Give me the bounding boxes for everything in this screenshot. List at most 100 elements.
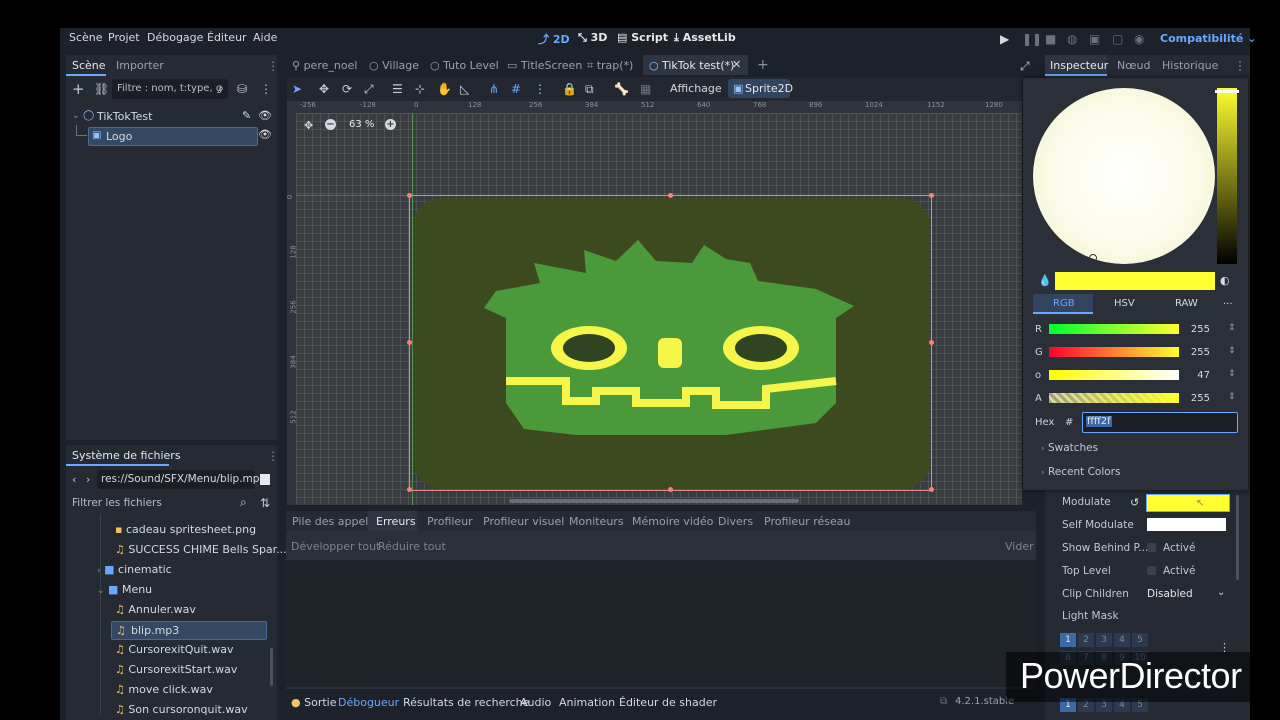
scrollbar[interactable] — [270, 648, 273, 686]
path-field[interactable]: res://Sound/SFX/Menu/blip.mp3 — [97, 470, 266, 489]
resize-handle[interactable] — [668, 193, 673, 198]
green-slider[interactable] — [1049, 347, 1179, 357]
red-slider[interactable] — [1049, 324, 1179, 334]
file-filter-input[interactable]: Filtrer les fichiers ⌕ — [66, 493, 256, 513]
menu-project[interactable]: Projet — [108, 31, 140, 44]
file-item[interactable]: ♫ CursorexitQuit.wav — [115, 643, 234, 656]
revert-icon[interactable]: ↺ — [1130, 496, 1139, 509]
stop-icon[interactable]: ■ — [1045, 33, 1056, 45]
tab-node[interactable]: Nœud — [1117, 59, 1150, 72]
renderer-select[interactable]: Compatibilité ⌄ — [1160, 32, 1256, 45]
scene-filter-input[interactable]: Filtre : nom, t:type, g ⌕ — [112, 79, 228, 99]
tree-node-root[interactable]: ⌄ ◯ TikTokTest ✎ 👁 — [72, 109, 272, 125]
forward-icon[interactable]: › — [86, 474, 90, 486]
tab-video-memory[interactable]: Mémoire vidéo — [632, 515, 713, 528]
canvas-viewport[interactable]: ✥ − 63 % + — [296, 113, 1022, 505]
mode-3d-button[interactable]: ⤡ 3D — [578, 31, 607, 45]
folder-item[interactable]: ⌄ ■ Menu — [97, 583, 152, 596]
blue-slider[interactable] — [1049, 370, 1179, 380]
attach-script-icon[interactable]: ⛁ — [237, 83, 247, 95]
resize-handle[interactable] — [929, 193, 934, 198]
sample-icon[interactable]: ◐ — [1220, 274, 1230, 287]
mode-hsv[interactable]: HSV — [1114, 298, 1135, 309]
tab-history[interactable]: Historique — [1162, 59, 1218, 72]
collapse-all-button[interactable]: Réduire tout — [378, 540, 446, 553]
scene-menu-icon[interactable]: ⋮ — [260, 83, 272, 95]
transform-icon[interactable]: ▦ — [640, 83, 651, 95]
script-icon[interactable]: ✎ — [242, 109, 251, 122]
filesystem-title[interactable]: Système de fichiers — [72, 449, 181, 462]
scale-tool-icon[interactable]: ⤢ — [364, 83, 374, 95]
zoom-level[interactable]: 63 % — [349, 119, 374, 130]
tab-scene[interactable]: Scène — [72, 59, 106, 72]
play-scene-icon[interactable]: ▣ — [1089, 33, 1100, 45]
movie-icon[interactable]: ◉ — [1134, 33, 1144, 45]
visibility-eye-icon[interactable]: 👁 — [258, 128, 272, 141]
menu-debug[interactable]: Débogage — [147, 31, 203, 44]
zoom-in-icon[interactable]: + — [385, 119, 396, 130]
animation-tab[interactable]: Animation — [559, 696, 615, 709]
copy-icon[interactable]: ⧉ — [940, 696, 947, 707]
list-tool-icon[interactable]: ☰ — [392, 83, 403, 95]
sprite2d-menu[interactable]: ▣ Sprite2D — [728, 79, 793, 98]
tab-visual-profiler[interactable]: Profileur visuel — [483, 515, 564, 528]
rotate-tool-icon[interactable]: ⟳ — [342, 83, 352, 95]
dock-menu-icon[interactable]: ⋮ — [267, 60, 279, 72]
tab-errors[interactable]: Erreurs — [368, 511, 417, 531]
tab-misc[interactable]: Divers — [718, 515, 753, 528]
clear-button[interactable]: Vider — [1005, 540, 1034, 553]
output-tab[interactable]: ● Sortie — [291, 696, 336, 709]
file-item[interactable]: ▪ cadeau spritesheet.png — [115, 523, 256, 536]
tab-monitors[interactable]: Moniteurs — [569, 515, 624, 528]
split-mode-icon[interactable] — [260, 474, 270, 485]
ruler-tool-icon[interactable]: ◺ — [460, 83, 469, 95]
tab-trap[interactable]: ⌗ trap(*) — [587, 59, 633, 73]
add-node-icon[interactable]: + — [72, 82, 85, 97]
search-results-tab[interactable]: Résultats de recherche — [403, 696, 529, 709]
grid-snap-icon[interactable]: # — [511, 83, 521, 95]
color-cursor[interactable] — [1089, 254, 1097, 262]
tab-import[interactable]: Importer — [116, 59, 164, 72]
move-tool-icon[interactable]: ✥ — [319, 83, 329, 95]
expand-all-button[interactable]: Développer tout — [291, 540, 380, 553]
file-item[interactable]: ♫ CursorexitStart.wav — [115, 663, 237, 676]
group-icon[interactable]: ⧉ — [585, 83, 594, 95]
tab-village[interactable]: ○ Village — [369, 59, 419, 72]
view-menu[interactable]: Affichage — [670, 82, 722, 95]
spinner-icon[interactable]: ⇕ — [1228, 323, 1236, 333]
file-item[interactable]: ♫ SUCCESS CHIME Bells Spar... — [115, 543, 287, 556]
resize-handle[interactable] — [407, 340, 412, 345]
hex-input[interactable]: ffff2f — [1082, 412, 1238, 433]
clip-children-select[interactable]: Disabled ⌄ — [1145, 585, 1229, 603]
spinner-icon[interactable]: ⇕ — [1228, 369, 1236, 379]
resize-handle[interactable] — [929, 487, 934, 492]
more-options-button[interactable]: ... — [1223, 296, 1233, 307]
shader-editor-tab[interactable]: Éditeur de shader — [619, 696, 717, 709]
add-tab-icon[interactable]: + — [757, 58, 769, 72]
mode-raw[interactable]: RAW — [1175, 298, 1198, 309]
snap-options-icon[interactable]: ⋮ — [534, 83, 546, 95]
debugger-tab[interactable]: Débogueur — [338, 696, 399, 709]
file-item[interactable]: ♫ Annuler.wav — [115, 603, 196, 616]
link-icon[interactable]: ⛓ — [94, 83, 109, 95]
visibility-eye-icon[interactable]: 👁 — [258, 109, 272, 122]
tab-inspector[interactable]: Inspecteur — [1045, 55, 1108, 75]
distraction-free-icon[interactable]: ⤢ — [1020, 60, 1030, 72]
resize-handle[interactable] — [407, 487, 412, 492]
menu-editor[interactable]: Éditeur — [207, 31, 247, 44]
tab-profiler[interactable]: Profileur — [427, 515, 473, 528]
select-tool-icon[interactable]: ➤ — [292, 83, 302, 95]
resize-handle[interactable] — [929, 340, 934, 345]
lock-icon[interactable]: 🔒 — [562, 83, 577, 95]
tab-titlescreen[interactable]: ▭ TitleScreen — [507, 59, 582, 72]
tab-tuto-level[interactable]: ○ Tuto Level — [430, 59, 499, 72]
eyedropper-icon[interactable]: 💧 — [1038, 274, 1052, 287]
play-custom-icon[interactable]: ▢ — [1112, 33, 1123, 45]
file-item-selected[interactable]: ♫ blip.mp3 — [111, 621, 267, 640]
pivot-tool-icon[interactable]: ⊹ — [415, 83, 425, 95]
folder-item[interactable]: › ■ cinematic — [97, 563, 172, 576]
mode-script-button[interactable]: ▤ Script — [617, 31, 668, 44]
zoom-out-icon[interactable]: − — [325, 119, 336, 130]
tab-network-profiler[interactable]: Profileur réseau — [764, 515, 850, 528]
spinner-icon[interactable]: ⇕ — [1228, 392, 1236, 402]
